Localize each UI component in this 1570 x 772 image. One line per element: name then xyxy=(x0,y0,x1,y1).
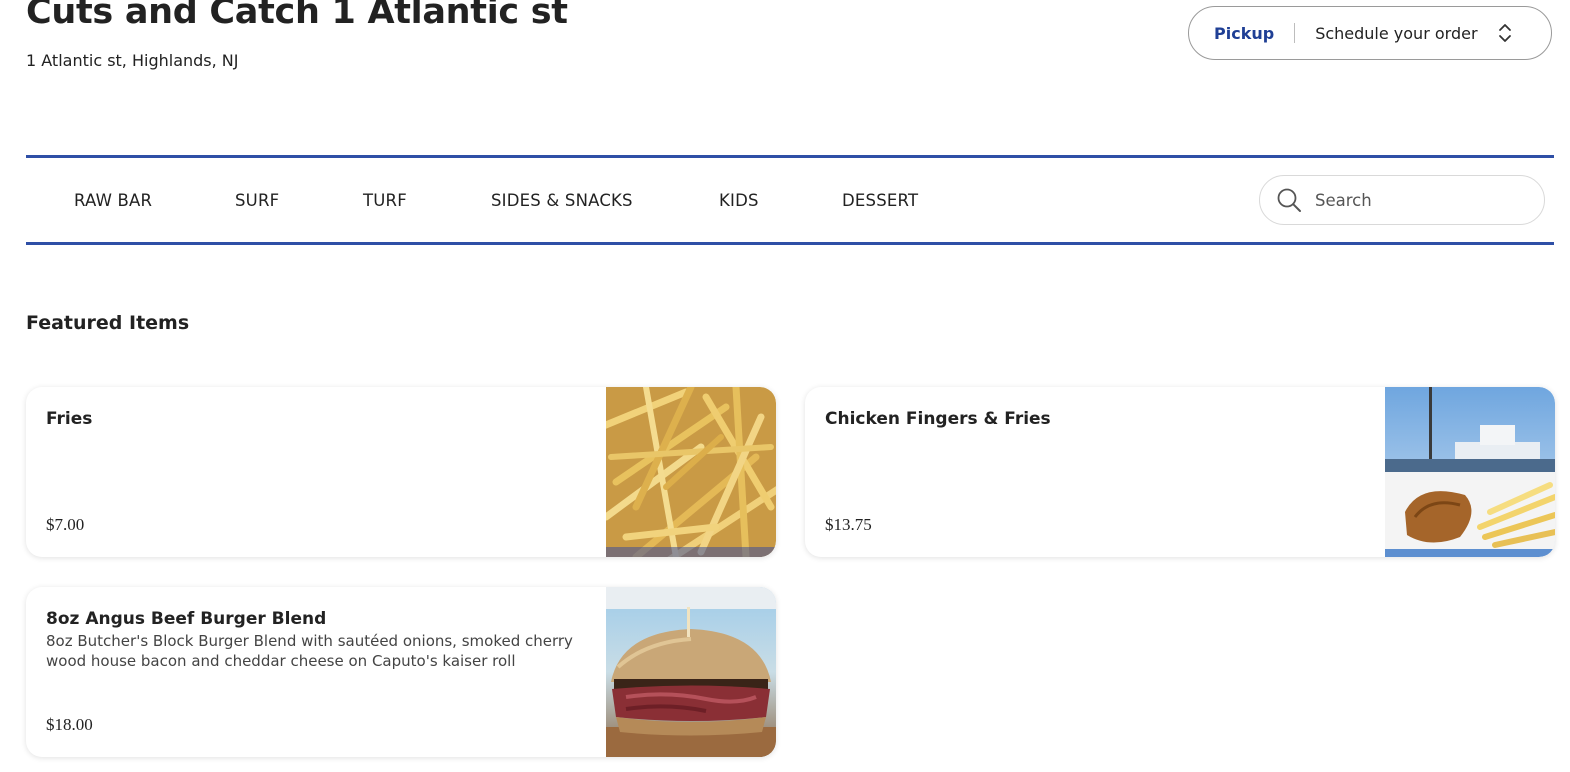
item-name: 8oz Angus Beef Burger Blend xyxy=(46,609,327,629)
menu-item-card[interactable]: Chicken Fingers & Fries $13.75 xyxy=(805,387,1555,557)
schedule-order-option[interactable]: Schedule your order xyxy=(1315,24,1477,43)
nav-item-kids[interactable]: KIDS xyxy=(719,191,759,210)
search-input[interactable] xyxy=(1313,189,1527,211)
item-name: Chicken Fingers & Fries xyxy=(825,409,1051,429)
restaurant-address: 1 Atlantic st, Highlands, NJ xyxy=(26,51,239,70)
item-description: 8oz Butcher's Block Burger Blend with sa… xyxy=(46,632,573,670)
menu-page: Cuts and Catch 1 Atlantic st 1 Atlantic … xyxy=(0,0,1570,772)
chicken-fingers-photo xyxy=(1385,387,1555,557)
burger-photo xyxy=(606,587,776,757)
search-box[interactable] xyxy=(1259,175,1545,225)
item-price: $13.75 xyxy=(825,515,872,534)
order-type-selector[interactable]: Pickup Schedule your order xyxy=(1188,6,1552,60)
item-name: Fries xyxy=(46,409,93,429)
menu-item-card[interactable]: Fries $7.00 xyxy=(26,387,776,557)
featured-items-heading: Featured Items xyxy=(26,312,190,334)
nav-item-dessert[interactable]: DESSERT xyxy=(842,191,918,210)
pill-divider xyxy=(1294,23,1296,43)
nav-item-turf[interactable]: TURF xyxy=(363,191,407,210)
nav-item-sides-snacks[interactable]: SIDES & SNACKS xyxy=(491,191,633,210)
item-price: $7.00 xyxy=(46,515,85,534)
chevron-updown-icon[interactable] xyxy=(1498,22,1512,44)
nav-item-raw-bar[interactable]: RAW BAR xyxy=(74,191,152,210)
nav-item-surf[interactable]: SURF xyxy=(235,191,279,210)
category-nav: RAW BAR SURF TURF SIDES & SNACKS KIDS DE… xyxy=(26,155,1554,245)
item-price: $18.00 xyxy=(46,715,93,734)
search-icon xyxy=(1275,186,1303,214)
restaurant-title: Cuts and Catch 1 Atlantic st xyxy=(26,0,568,32)
menu-item-card[interactable]: 8oz Angus Beef Burger Blend 8oz Butcher'… xyxy=(26,587,776,757)
pickup-option[interactable]: Pickup xyxy=(1214,24,1274,43)
fries-photo xyxy=(606,387,776,557)
